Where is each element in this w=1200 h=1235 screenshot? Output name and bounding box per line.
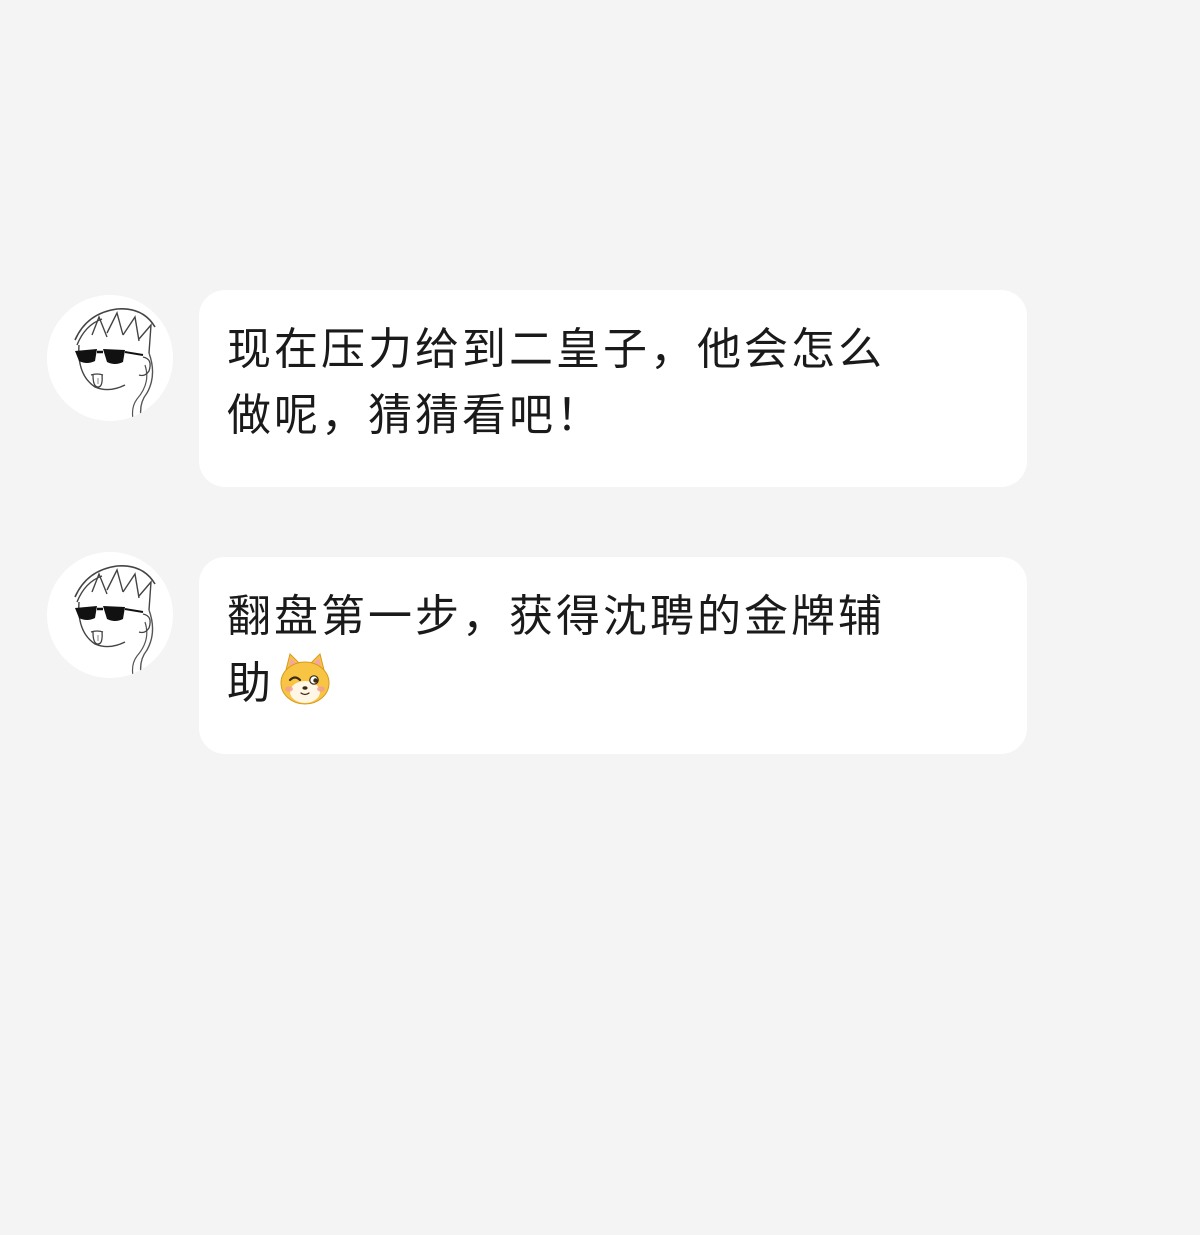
message-line: 做呢，猜猜看吧！	[227, 390, 603, 441]
shiba-dog-emoji-icon	[276, 650, 334, 708]
message-bubble[interactable]: 现在压力给到二皇子，他会怎么 做呢，猜猜看吧！	[199, 290, 1027, 487]
chat-window: 现在压力给到二皇子，他会怎么 做呢，猜猜看吧！ 翻盘第一步，获得沈聘的金牌辅 助	[0, 0, 1200, 1235]
message-text: 现在压力给到二皇子，他会怎么 做呢，猜猜看吧！	[227, 317, 1003, 449]
message-line: 助	[227, 658, 274, 709]
message-text: 翻盘第一步，获得沈聘的金牌辅 助	[227, 584, 1003, 717]
message-line: 现在压力给到二皇子，他会怎么	[227, 324, 885, 375]
message-line-with-emoji: 助	[227, 650, 1003, 717]
message-bubble[interactable]: 翻盘第一步，获得沈聘的金牌辅 助	[199, 557, 1027, 754]
sunglasses-boy-avatar-icon[interactable]	[47, 295, 173, 421]
message-line: 翻盘第一步，获得沈聘的金牌辅	[227, 591, 885, 642]
sunglasses-boy-avatar-icon[interactable]	[47, 552, 173, 678]
